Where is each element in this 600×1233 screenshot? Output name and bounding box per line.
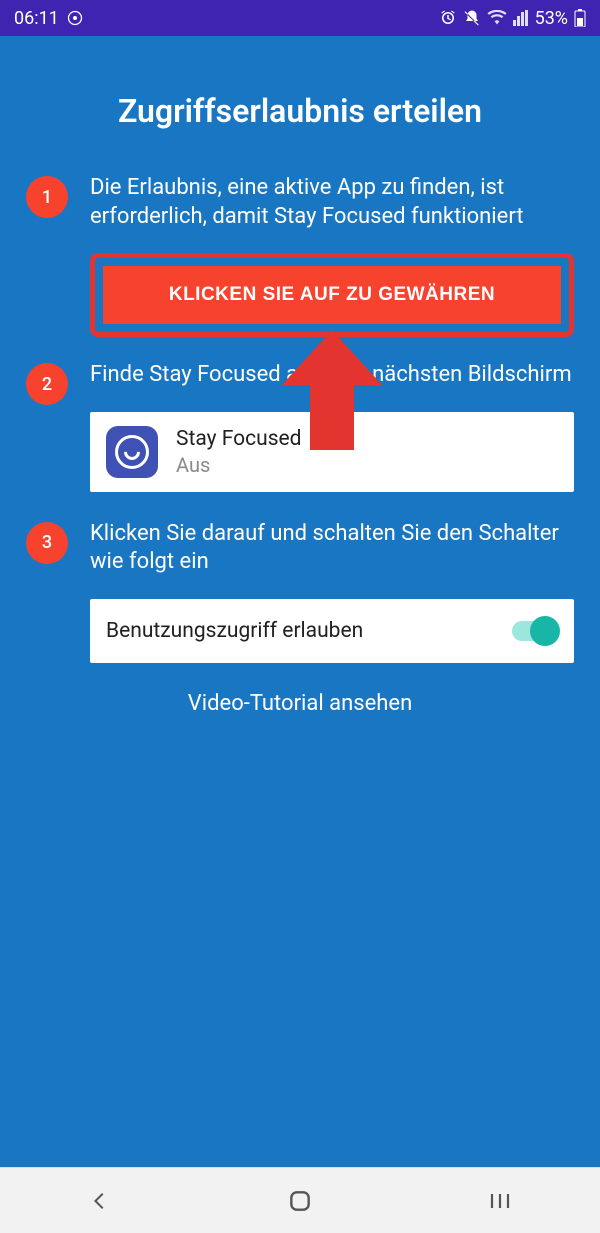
nav-back-button[interactable] xyxy=(70,1181,130,1221)
stay-focused-app-icon xyxy=(106,426,158,478)
video-tutorial-link[interactable]: Video-Tutorial ansehen xyxy=(26,691,574,716)
toggle-label: Benutzungszugriff erlauben xyxy=(106,619,363,643)
app-state-label: Aus xyxy=(176,453,302,477)
pointer-arrow-icon xyxy=(282,330,382,454)
grant-button-highlight: KLICKEN SIE AUF ZU GEWÄHREN xyxy=(90,253,574,337)
step-3-badge: 3 xyxy=(26,522,68,564)
step-1-text: Die Erlaubnis, eine aktive App zu finden… xyxy=(90,174,574,231)
alarm-icon xyxy=(439,9,457,27)
step-1: 1 Die Erlaubnis, eine aktive App zu find… xyxy=(26,174,574,337)
wifi-icon xyxy=(487,10,507,26)
nav-recents-button[interactable] xyxy=(470,1181,530,1221)
page-title: Zugriffserlaubnis erteilen xyxy=(26,92,574,130)
step-1-badge: 1 xyxy=(26,176,68,218)
status-time: 06:11 xyxy=(14,8,59,29)
app-indicator-icon xyxy=(67,10,83,26)
step-2-badge: 2 xyxy=(26,363,68,405)
nav-home-button[interactable] xyxy=(270,1181,330,1221)
battery-icon xyxy=(574,9,586,27)
switch-knob xyxy=(530,616,560,646)
step-3: 3 Klicken Sie darauf und schalten Sie de… xyxy=(26,520,574,663)
content-area: Zugriffserlaubnis erteilen 1 Die Erlaubn… xyxy=(0,36,600,1167)
signal-icon xyxy=(513,10,529,26)
grant-permission-button[interactable]: KLICKEN SIE AUF ZU GEWÄHREN xyxy=(103,266,561,324)
status-bar: 06:11 53% xyxy=(0,0,600,36)
step-3-text: Klicken Sie darauf und schalten Sie den … xyxy=(90,520,574,577)
usage-access-toggle-row[interactable]: Benutzungszugriff erlauben xyxy=(90,599,574,663)
battery-percent: 53% xyxy=(535,8,568,29)
android-nav-bar xyxy=(0,1167,600,1233)
mute-icon xyxy=(463,9,481,27)
usage-access-switch[interactable] xyxy=(512,621,558,641)
